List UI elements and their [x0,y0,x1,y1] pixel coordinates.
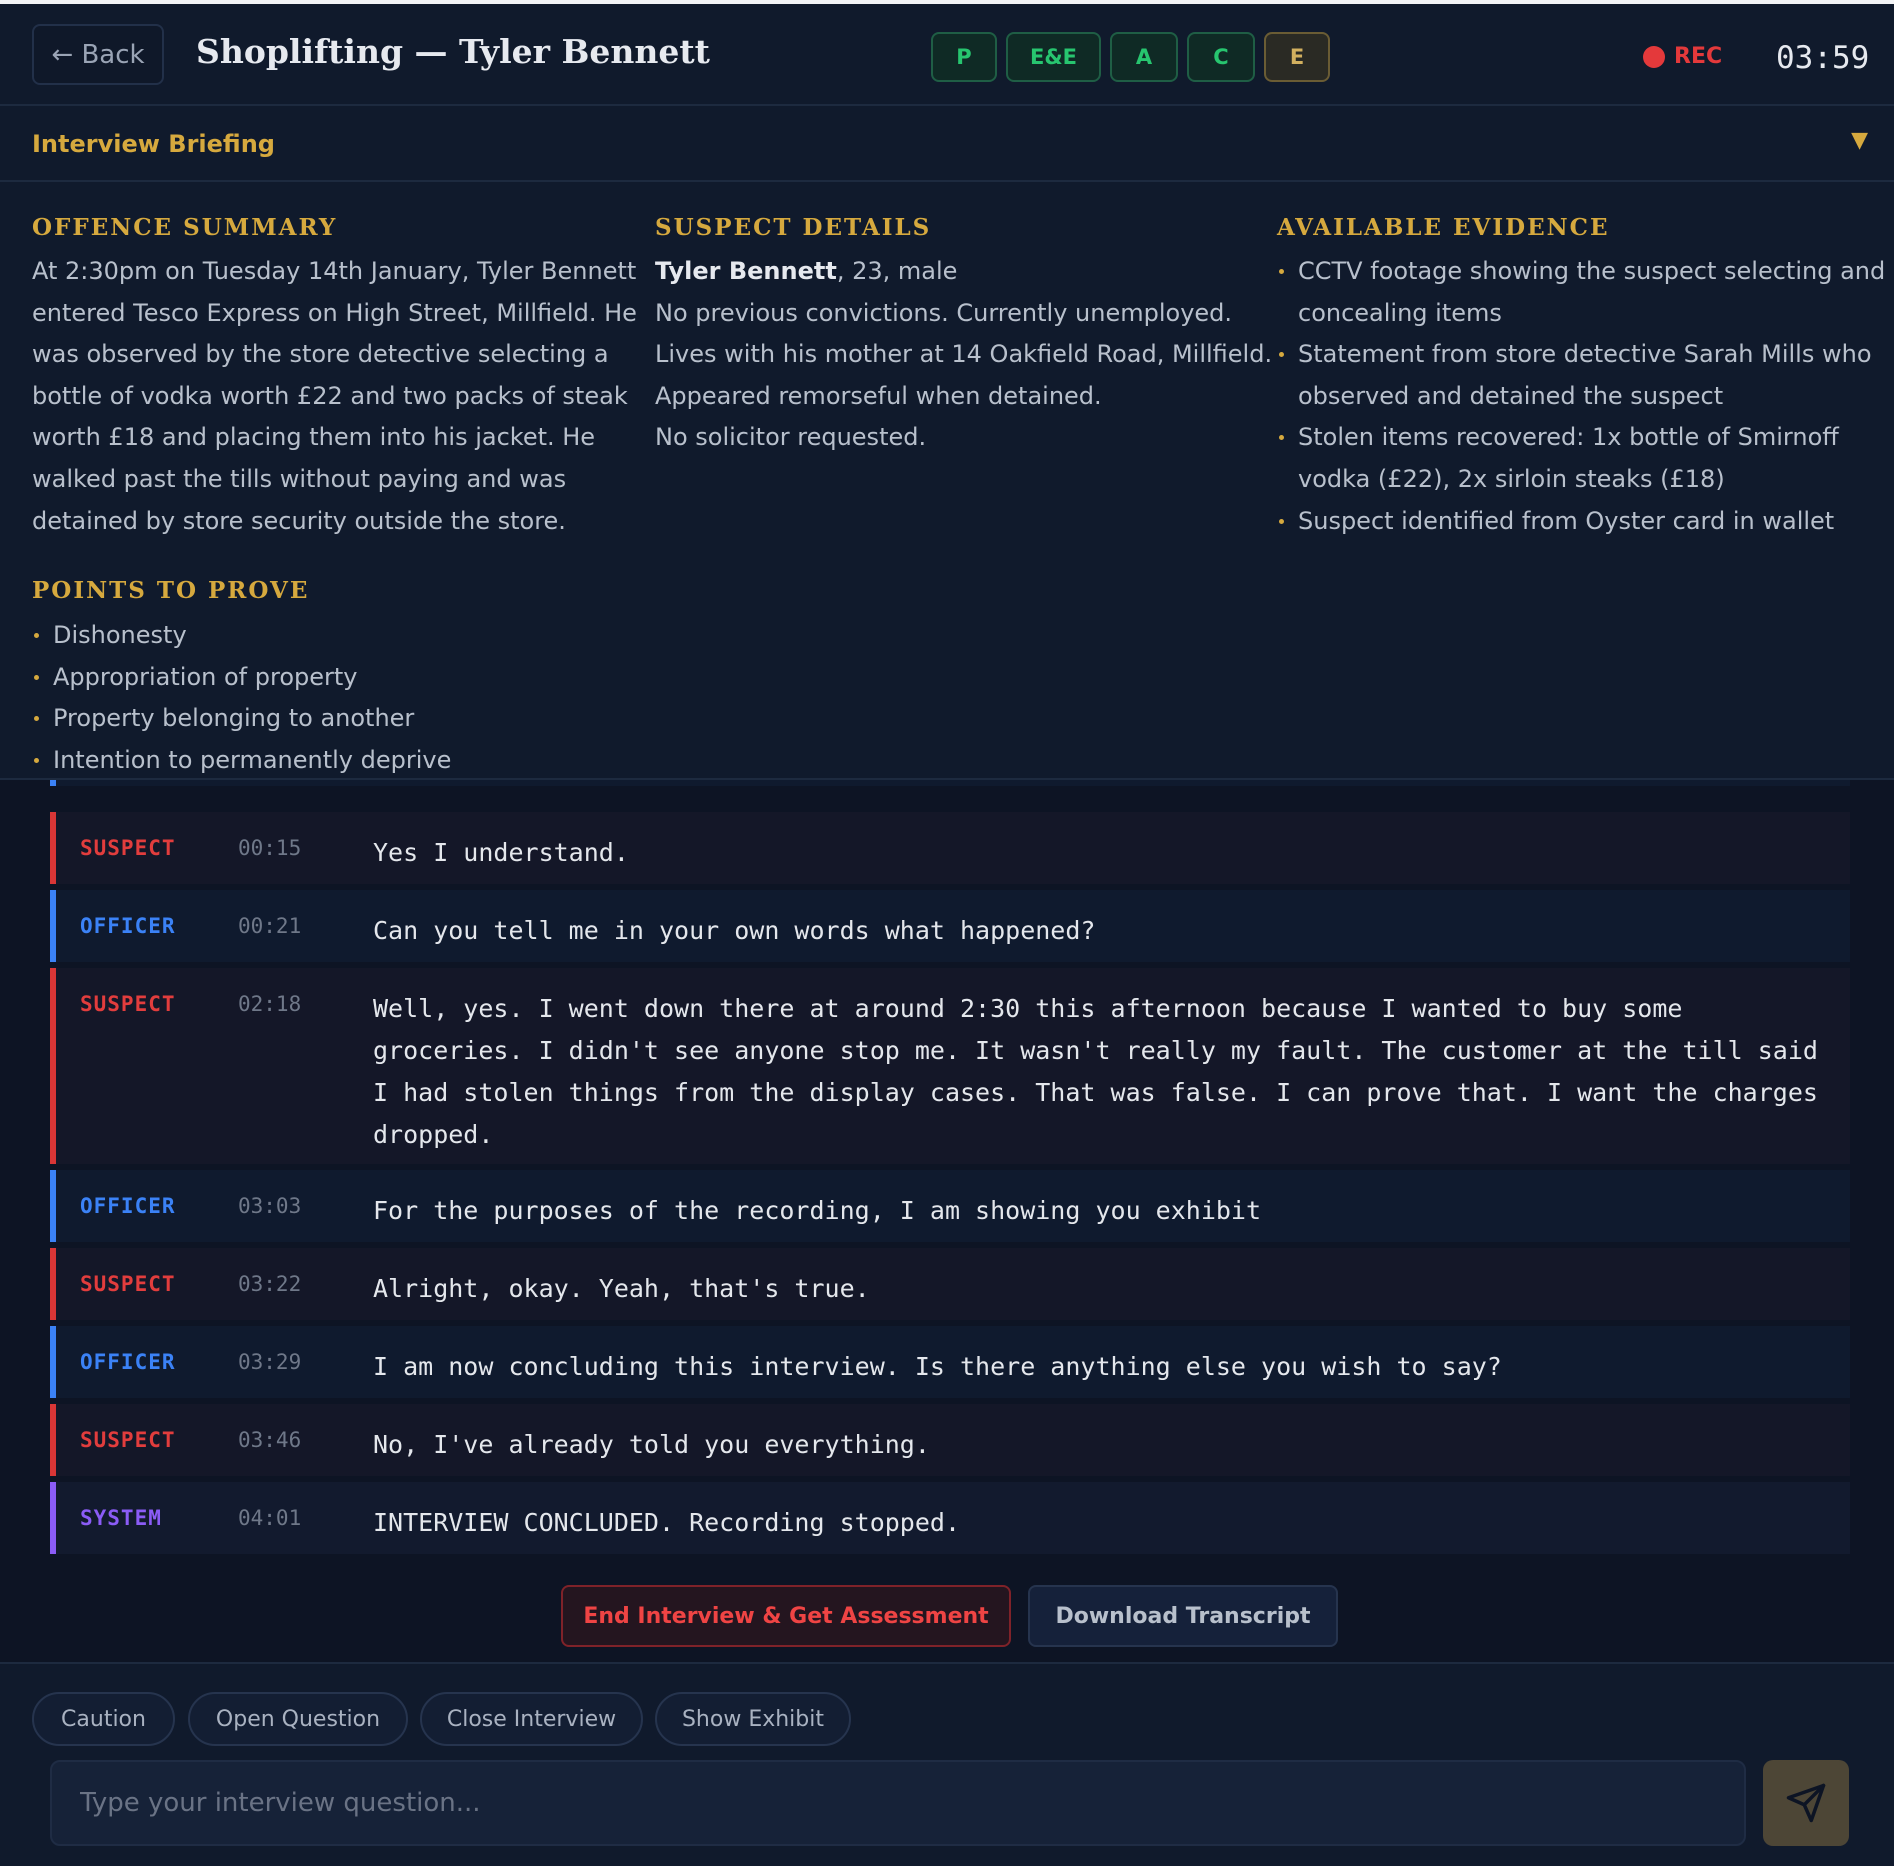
speaker-bar [50,1326,56,1398]
offence-line: entered Tesco Express on High Street, Mi… [32,298,637,327]
message-timestamp: 03:29 [238,1350,302,1374]
quick-action-close-interview[interactable]: Close Interview [420,1692,643,1746]
message-timestamp: 00:21 [238,914,302,938]
quick-action-open-question[interactable]: Open Question [188,1692,408,1746]
pace-step-p[interactable]: P [931,32,997,82]
message-timestamp: 03:46 [238,1428,302,1452]
suspect-details-text: Tyler Bennett, 23, male No previous conv… [655,251,1272,459]
evidence-list: CCTV footage showing the suspect selecti… [1277,251,1885,542]
transcript-message: SUSPECT 02:18 Well, yes. I went down the… [50,968,1850,1164]
pace-step-ee[interactable]: E&E [1006,32,1101,82]
speaker-bar [50,812,56,884]
message-timestamp: 03:22 [238,1272,302,1296]
offence-line: walked past the tills without paying and… [32,464,567,493]
rec-label: REC [1674,44,1723,69]
chevron-down-icon[interactable]: ▼ [1851,128,1868,153]
interview-header: ← Back Shoplifting — Tyler Bennett P E&E… [0,4,1894,106]
speaker-bar [50,1482,56,1554]
transcript-message-partial [50,780,1850,786]
available-evidence-heading: AVAILABLE EVIDENCE [1277,214,1610,241]
message-text: No, I've already told you everything. [373,1430,930,1459]
evidence-item: Statement from store detective Sarah Mil… [1277,334,1885,417]
suspect-identity: Tyler Bennett, 23, male [655,251,1272,293]
speaker-label: SUSPECT [80,1428,176,1452]
pace-step-a[interactable]: A [1110,32,1178,82]
points-to-prove-heading: POINTS TO PROVE [32,577,310,604]
question-input[interactable] [50,1760,1746,1846]
evidence-item: CCTV footage showing the suspect selecti… [1277,251,1885,334]
point-item: Intention to permanently deprive [32,740,451,778]
transcript-message: OFFICER 00:21 Can you tell me in your ow… [50,890,1850,962]
speaker-bar [50,780,56,786]
speaker-label: OFFICER [80,1194,176,1218]
transcript-message: OFFICER 03:03 For the purposes of the re… [50,1170,1850,1242]
interview-timer: 03:59 [1776,40,1870,76]
evidence-item: Stolen items recovered: 1x bottle of Smi… [1277,417,1885,500]
offence-line: detained by store security outside the s… [32,506,566,535]
message-timestamp: 04:01 [238,1506,302,1530]
suspect-line: No previous convictions. Currently unemp… [655,298,1233,327]
evidence-item: Suspect identified from Oyster card in w… [1277,501,1885,543]
speaker-bar [50,890,56,962]
message-text: INTERVIEW CONCLUDED. Recording stopped. [373,1508,960,1537]
offence-line: was observed by the store detective sele… [32,340,609,369]
message-timestamp: 02:18 [238,992,302,1016]
speaker-label: SUSPECT [80,836,176,860]
message-text: Can you tell me in your own words what h… [373,916,1096,945]
quick-action-show-exhibit[interactable]: Show Exhibit [655,1692,851,1746]
briefing-title: Interview Briefing [32,130,275,158]
speaker-label: OFFICER [80,1350,176,1374]
suspect-details-heading: SUSPECT DETAILS [655,214,932,241]
suspect-line: Appeared remorseful when detained. [655,381,1102,410]
transcript-panel[interactable]: SUSPECT 00:15 Yes I understand. OFFICER … [0,780,1894,1664]
download-transcript-button[interactable]: Download Transcript [1028,1585,1338,1647]
recording-indicator: REC [1643,44,1722,69]
quick-action-caution[interactable]: Caution [32,1692,175,1746]
message-text: Well, yes. I went down there at around 2… [373,994,1818,1149]
speaker-bar [50,1170,56,1242]
suspect-name: Tyler Bennett [655,257,837,285]
message-text: Alright, okay. Yeah, that's true. [373,1274,870,1303]
suspect-line: No solicitor requested. [655,423,927,452]
transcript-message: SUSPECT 03:22 Alright, okay. Yeah, that'… [50,1248,1850,1320]
message-timestamp: 03:03 [238,1194,302,1218]
message-text: For the purposes of the recording, I am … [373,1196,1262,1225]
offence-summary-text: At 2:30pm on Tuesday 14th January, Tyler… [32,251,637,542]
end-interview-button[interactable]: End Interview & Get Assessment [561,1585,1011,1647]
speaker-bar [50,968,56,1164]
send-icon [1786,1783,1826,1823]
message-text: I am now concluding this interview. Is t… [373,1352,1502,1381]
speaker-label: SYSTEM [80,1506,162,1530]
composer: Caution Open Question Close Interview Sh… [0,1662,1894,1866]
pace-step-c[interactable]: C [1187,32,1255,82]
offence-summary-heading: OFFENCE SUMMARY [32,214,338,241]
briefing-panel: OFFENCE SUMMARY At 2:30pm on Tuesday 14t… [0,182,1894,780]
transcript-message: OFFICER 03:29 I am now concluding this i… [50,1326,1850,1398]
offence-line: worth £18 and placing them into his jack… [32,423,596,452]
transcript-message: SUSPECT 03:46 No, I've already told you … [50,1404,1850,1476]
message-timestamp: 00:15 [238,836,302,860]
back-button[interactable]: ← Back [32,24,164,85]
speaker-bar [50,1404,56,1476]
send-button[interactable] [1763,1760,1849,1846]
suspect-age-sex: , 23, male [836,257,958,285]
message-text: Yes I understand. [373,838,629,867]
page-title: Shoplifting — Tyler Bennett [196,32,710,71]
pace-step-e[interactable]: E [1264,32,1330,82]
speaker-label: SUSPECT [80,1272,176,1296]
transcript-message: SYSTEM 04:01 INTERVIEW CONCLUDED. Record… [50,1482,1850,1554]
speaker-bar [50,1248,56,1320]
offence-line: bottle of vodka worth £22 and two packs … [32,381,628,410]
briefing-toggle-bar[interactable]: Interview Briefing ▼ [0,106,1894,182]
speaker-label: OFFICER [80,914,176,938]
speaker-label: SUSPECT [80,992,176,1016]
point-item: Property belonging to another [32,698,451,740]
point-item: Dishonesty [32,615,451,657]
record-dot-icon [1643,45,1665,68]
suspect-line: Lives with his mother at 14 Oakfield Roa… [655,340,1273,369]
transcript-message: SUSPECT 00:15 Yes I understand. [50,812,1850,884]
offence-line: At 2:30pm on Tuesday 14th January, Tyler… [32,257,637,285]
point-item: Appropriation of property [32,657,451,699]
points-to-prove-list: Dishonesty Appropriation of property Pro… [32,615,451,778]
